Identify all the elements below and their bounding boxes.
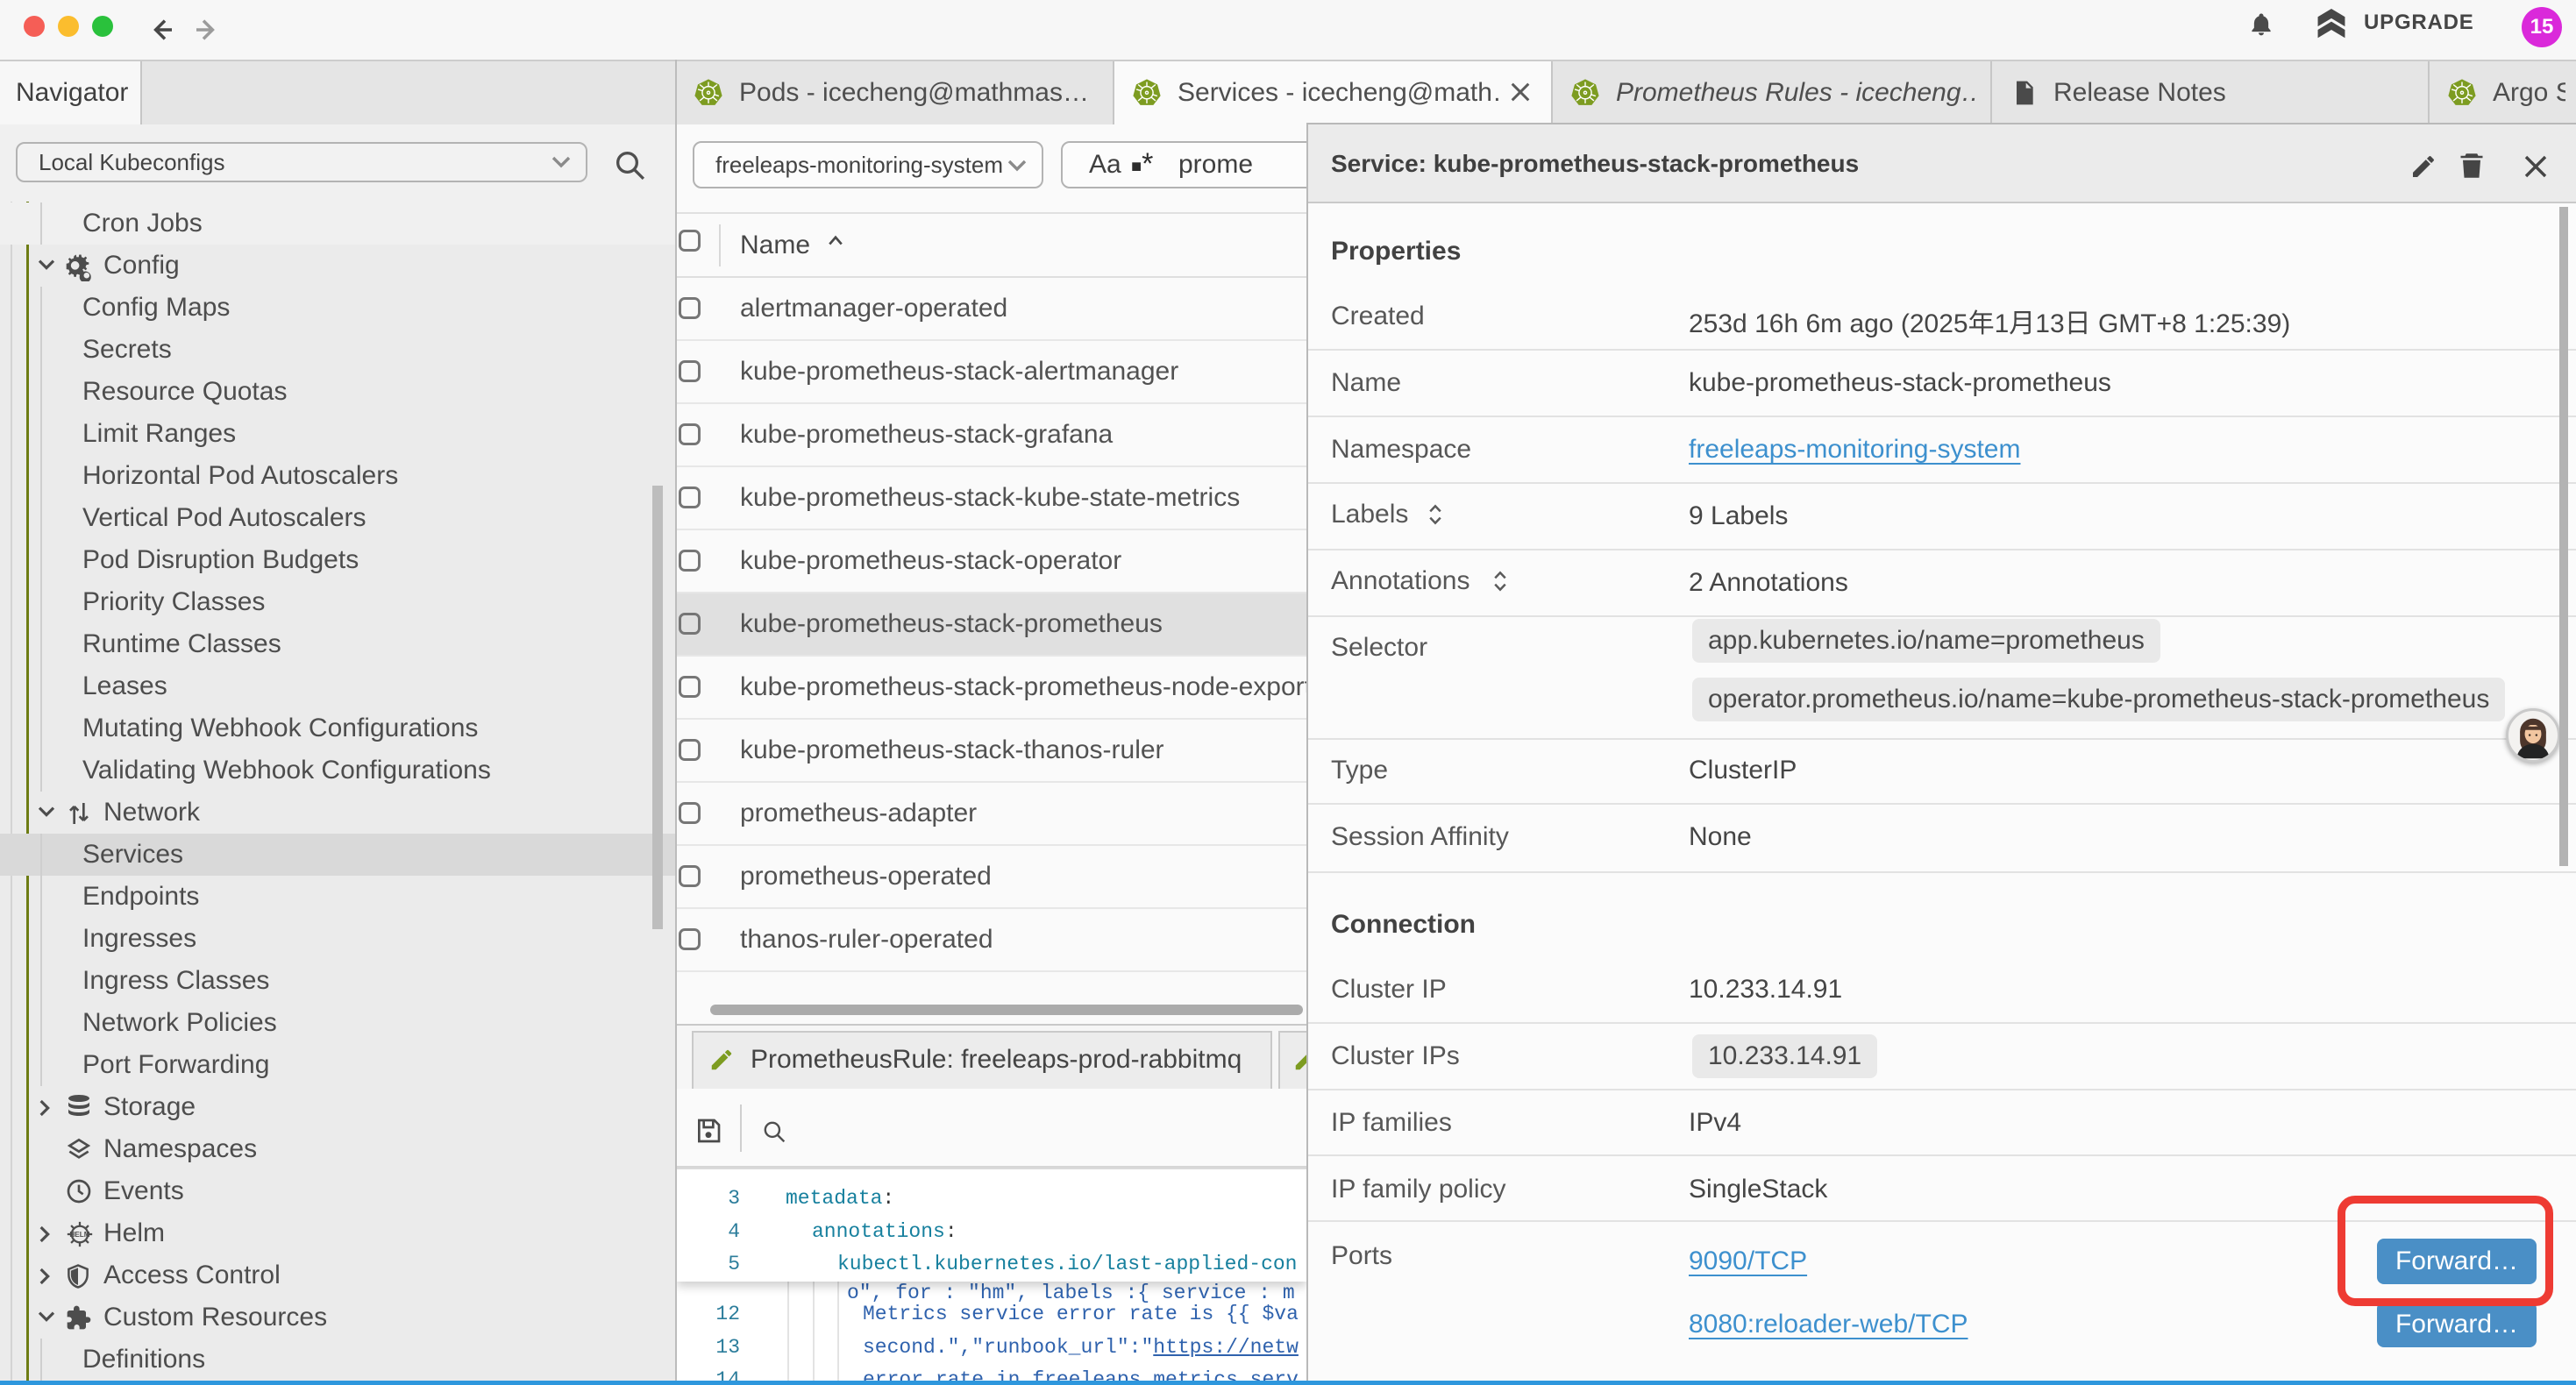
svg-text:HELM: HELM [69,1231,89,1239]
